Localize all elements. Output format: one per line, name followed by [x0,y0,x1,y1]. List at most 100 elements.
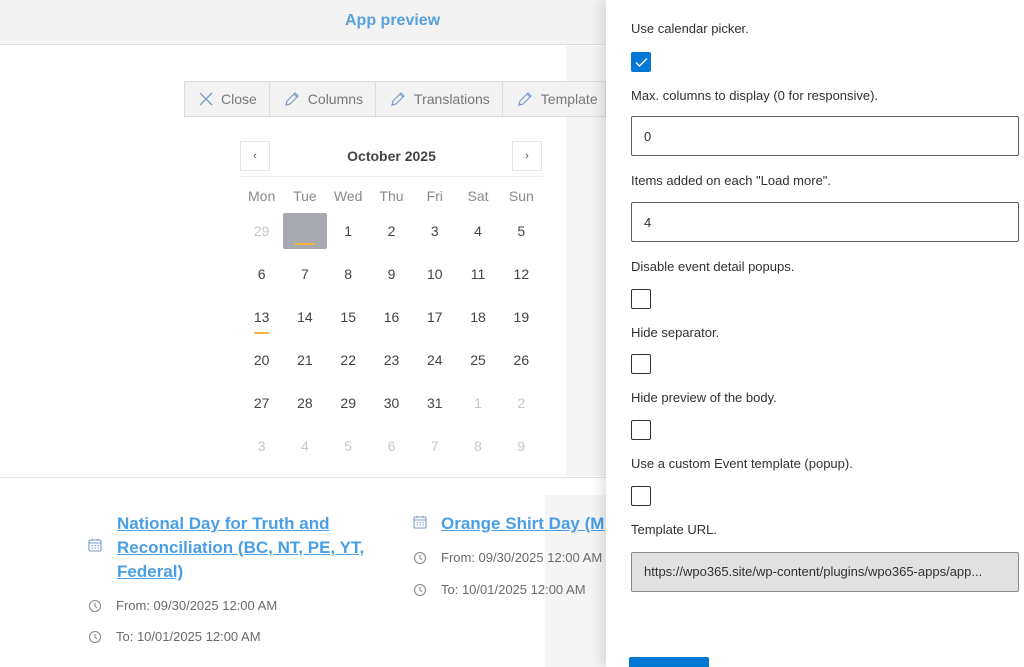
template-url-field[interactable]: https://wpo365.site/wp-content/plugins/w… [631,552,1019,592]
calendar-icon [413,515,427,529]
day-cell[interactable]: 14 [283,299,326,335]
event-end: To: 10/01/2025 12:00 AM [413,582,586,597]
day-cell[interactable]: 18 [456,299,499,335]
day-cell[interactable]: 8 [327,256,370,292]
day-cell[interactable]: 9 [370,256,413,292]
day-cell[interactable]: 1 [327,213,370,249]
day-cell[interactable]: 8 [456,428,499,464]
day-cell[interactable]: 31 [413,385,456,421]
calendar-week: 6 7 8 9 10 11 12 [240,252,543,295]
weekday-label: Sat [467,188,489,204]
day-cell[interactable]: 1 [456,385,499,421]
day-cell[interactable]: 30 [370,385,413,421]
disable-popups-checkbox[interactable] [631,289,651,309]
translations-button[interactable]: Translations [376,82,503,116]
event-end-text: To: 10/01/2025 12:00 AM [441,582,586,597]
event-end-text: To: 10/01/2025 12:00 AM [116,629,261,644]
weekday-label: Wed [333,188,363,204]
template-button-label: Template [540,91,598,107]
day-cell[interactable]: 4 [456,213,499,249]
day-cell[interactable]: 3 [413,213,456,249]
close-button[interactable]: Close [185,82,270,116]
preview-title: App preview [345,12,441,29]
weekday-label: Tue [293,188,317,204]
custom-template-checkbox[interactable] [631,486,651,506]
clock-icon [88,599,102,612]
template-url-label: Template URL. [631,522,717,537]
translations-button-label: Translations [414,91,490,107]
preview-toolbar: Close Columns Translations Template [184,81,606,117]
event-title[interactable]: National Day for Truth and Reconciliatio… [117,512,387,584]
day-cell[interactable]: 5 [327,428,370,464]
day-cell[interactable]: 29 [240,213,283,249]
close-icon [199,92,213,106]
event-title-line: National Day for Truth and [117,514,330,533]
event-title[interactable]: Orange Shirt Day (M [441,512,604,536]
weekday-label: Mon [248,188,276,204]
day-cell[interactable]: 12 [500,256,543,292]
day-cell[interactable]: 17 [413,299,456,335]
day-cell[interactable]: 15 [327,299,370,335]
day-cell[interactable]: 24 [413,342,456,378]
max-columns-input[interactable] [631,116,1019,156]
hide-preview-label: Hide preview of the body. [631,390,777,405]
day-cell[interactable]: 5 [500,213,543,249]
day-cell[interactable]: 28 [283,385,326,421]
day-cell[interactable]: 2 [500,385,543,421]
day-cell[interactable]: 23 [370,342,413,378]
event-start: From: 09/30/2025 12:00 AM [88,598,277,613]
day-cell[interactable]: 4 [283,428,326,464]
pencil-icon [517,92,532,106]
preview-header: App preview [0,0,606,45]
next-month-button[interactable]: › [512,141,542,171]
day-cell[interactable]: 7 [283,256,326,292]
event-marker [295,242,315,245]
day-cell[interactable]: 10 [413,256,456,292]
close-button-label: Close [221,91,257,107]
day-cell[interactable]: 25 [456,342,499,378]
calendar-navigation: October 2025 ‹ › [240,141,543,177]
day-cell[interactable]: 6 [370,428,413,464]
template-button[interactable]: Template [503,82,606,116]
load-more-input[interactable] [631,202,1019,242]
day-cell[interactable]: 27 [240,385,283,421]
event-item: Orange Shirt Day (M From: 09/30/2025 12:… [413,512,606,612]
calendar-icon [88,538,102,552]
day-cell[interactable]: 3 [240,428,283,464]
day-cell[interactable]: 19 [500,299,543,335]
calendar-week: 13 14 15 16 17 18 19 [240,295,543,338]
day-cell[interactable]: 22 [327,342,370,378]
calendar-week: 3 4 5 6 7 8 9 [240,424,543,467]
day-cell[interactable]: 2 [370,213,413,249]
section-divider [0,477,606,478]
event-end: To: 10/01/2025 12:00 AM [88,629,261,644]
hide-separator-checkbox[interactable] [631,354,651,374]
weekday-header-row: Mon Tue Wed Thu Fri Sat Sun [240,183,543,209]
day-cell[interactable]: 6 [240,256,283,292]
load-more-label: Items added on each "Load more". [631,173,832,188]
day-number: 13 [253,308,270,325]
day-cell-selected[interactable]: 30 [283,212,327,249]
clock-icon [88,630,102,643]
check-icon [635,58,648,67]
day-cell[interactable]: 7 [413,428,456,464]
hide-preview-checkbox[interactable] [631,420,651,440]
day-cell[interactable]: 9 [500,428,543,464]
hide-separator-label: Hide separator. [631,325,720,340]
day-cell[interactable]: 26 [500,342,543,378]
day-cell[interactable]: 20 [240,342,283,378]
day-cell-today[interactable]: 13 [240,299,283,335]
prev-month-button[interactable]: ‹ [240,141,270,171]
day-cell[interactable]: 29 [327,385,370,421]
weekday-label: Thu [379,188,404,204]
day-cell[interactable]: 16 [370,299,413,335]
use-calendar-checkbox[interactable] [631,52,651,72]
day-number: 30 [297,222,313,239]
clock-icon [413,583,427,596]
day-cell[interactable]: 21 [283,342,326,378]
pencil-icon [284,92,299,106]
columns-button[interactable]: Columns [270,82,377,116]
max-columns-label: Max. columns to display (0 for responsiv… [631,88,879,103]
day-cell[interactable]: 11 [456,256,499,292]
save-button[interactable] [629,657,709,667]
